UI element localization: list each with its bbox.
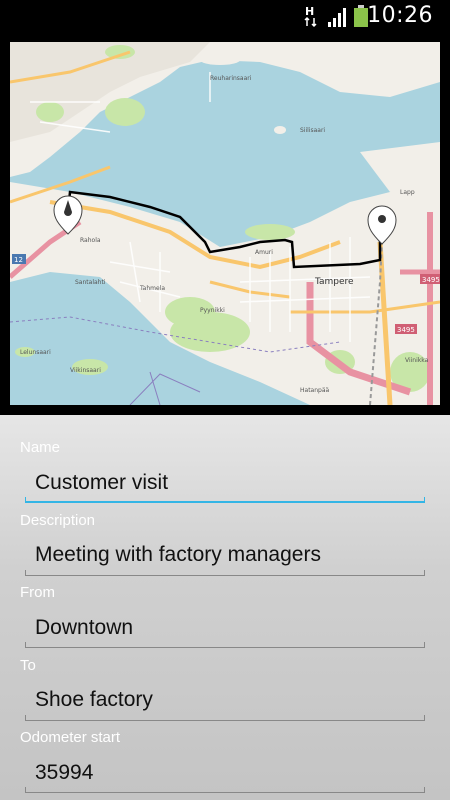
to-field[interactable] <box>25 681 425 719</box>
status-bar: H 10:26 <box>0 0 450 32</box>
trip-form: Name Description From To Odometer start <box>0 415 450 800</box>
map-frame: Tampere Amuri Tahmela Pyynikki Lapp Raho… <box>0 32 450 415</box>
to-field-underline <box>25 715 425 721</box>
map-label-lapp: Lapp <box>400 189 415 196</box>
map-label-hatanpaa: Hatanpää <box>300 387 330 394</box>
map-label-santalahti: Santalahti <box>75 279 106 286</box>
map-label-reuharinsaari: Reuharinsaari <box>210 75 252 82</box>
map-label-tahmela: Tahmela <box>139 285 165 292</box>
from-label: From <box>20 584 55 601</box>
map-label-viikinsaari: Viikinsaari <box>70 367 101 374</box>
road-shield-3495-a: 3495 <box>422 276 440 284</box>
road-shield-12: 12 <box>14 256 23 264</box>
description-field-underline <box>25 570 425 576</box>
from-field-underline <box>25 642 425 648</box>
name-field-underline <box>25 497 425 503</box>
odometer-start-label: Odometer start <box>20 729 121 746</box>
odometer-start-field-underline <box>25 787 425 793</box>
route-map[interactable]: Tampere Amuri Tahmela Pyynikki Lapp Raho… <box>10 42 440 405</box>
description-label: Description <box>20 512 96 529</box>
to-label: To <box>20 657 36 674</box>
signal-icon <box>328 8 346 27</box>
svg-text:H: H <box>305 5 314 18</box>
map-label-pyynikki: Pyynikki <box>200 307 225 314</box>
h-data-icon: H <box>304 5 317 28</box>
map-label-amuri: Amuri <box>255 249 273 256</box>
map-label-tampere: Tampere <box>314 277 354 287</box>
road-shield-3495-b: 3495 <box>397 326 415 334</box>
clock: 10:26 <box>367 3 433 28</box>
map-label-rahola: Rahola <box>80 237 101 244</box>
name-label: Name <box>20 439 61 456</box>
map-label-siilisaari: Siilisaari <box>300 127 325 134</box>
map-label-lelunsaari: Lelunsaari <box>20 349 51 356</box>
description-field[interactable] <box>25 536 425 574</box>
map-canvas[interactable]: Tampere Amuri Tahmela Pyynikki Lapp Raho… <box>10 42 440 405</box>
battery-icon <box>354 5 368 27</box>
map-label-viinikka: Viinikka <box>405 357 429 364</box>
